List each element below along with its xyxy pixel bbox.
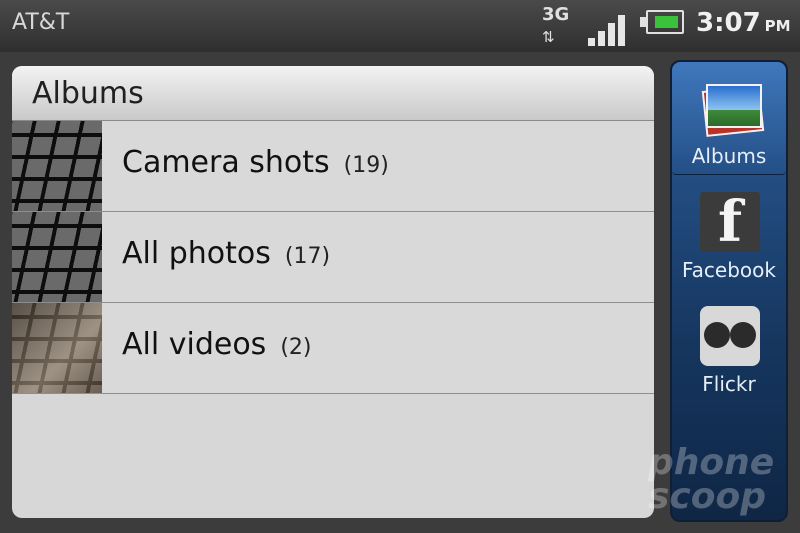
- network-indicator: 3G ⇅: [540, 4, 574, 48]
- clock-ampm: PM: [764, 17, 791, 35]
- album-name: All photos: [122, 236, 271, 271]
- source-albums[interactable]: Albums: [672, 62, 786, 175]
- network-type: 3G: [542, 4, 570, 25]
- album-thumbnail: [12, 212, 102, 302]
- album-count: (17): [284, 244, 331, 269]
- source-label: Albums: [691, 144, 767, 168]
- data-activity-icon: ⇅: [542, 28, 555, 46]
- albums-header: Albums: [12, 66, 654, 121]
- signal-bar: [618, 15, 625, 46]
- carrier-name: AT&T: [12, 10, 70, 35]
- album-row-all-videos[interactable]: All videos (2): [12, 303, 654, 394]
- signal-bar: [608, 23, 615, 46]
- clock: 3:07 PM: [696, 8, 791, 38]
- signal-bar: [588, 38, 595, 46]
- flickr-icon: [700, 306, 760, 366]
- watermark-logo: phone scoop: [648, 442, 775, 517]
- facebook-icon: f: [700, 192, 760, 252]
- album-thumbnail: [12, 303, 102, 393]
- album-row-camera-shots[interactable]: Camera shots (19): [12, 121, 654, 212]
- status-bar: AT&T 3G ⇅ 3:07 PM: [0, 0, 800, 52]
- album-name: All videos: [122, 327, 267, 362]
- battery-fill: [655, 16, 678, 28]
- page-title: Albums: [32, 76, 144, 111]
- albums-icon: [700, 78, 765, 138]
- source-facebook[interactable]: f Facebook: [672, 176, 786, 288]
- albums-panel: Albums Camera shots (19) All photos (17) A…: [12, 66, 654, 518]
- source-flickr[interactable]: Flickr: [672, 290, 786, 402]
- signal-bar: [598, 31, 605, 46]
- album-thumbnail: [12, 121, 102, 211]
- battery-icon: [640, 10, 686, 36]
- album-row-all-photos[interactable]: All photos (17): [12, 212, 654, 303]
- source-label: Flickr: [702, 372, 756, 396]
- source-label: Facebook: [682, 258, 776, 282]
- clock-time: 3:07: [696, 8, 761, 38]
- album-count: (19): [343, 153, 389, 178]
- signal-strength-icon: [588, 8, 634, 46]
- album-count: (2): [280, 335, 312, 360]
- album-name: Camera shots: [122, 145, 330, 180]
